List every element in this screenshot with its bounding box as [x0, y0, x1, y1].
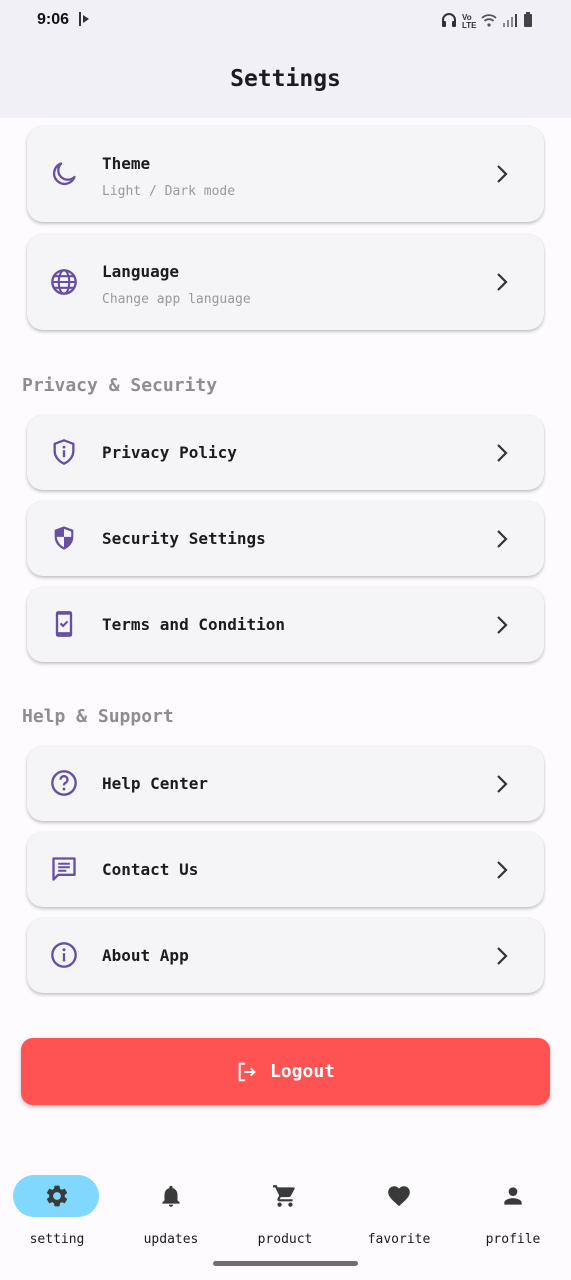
settings-item-subtitle: Light / Dark mode [102, 184, 236, 199]
chevron-right-icon [494, 443, 510, 463]
settings-item-title: Help Center [102, 774, 208, 793]
nav-label: favorite [367, 1232, 431, 1247]
bell-icon [158, 1183, 184, 1209]
settings-item-help-center[interactable]: Help Center [27, 746, 544, 821]
person-icon [500, 1183, 526, 1209]
logout-icon [236, 1061, 258, 1083]
chevron-right-icon [494, 946, 510, 966]
settings-item-subtitle: Change app language [102, 292, 251, 307]
chevron-right-icon [494, 615, 510, 635]
globe-icon [50, 268, 78, 296]
settings-item-theme[interactable]: Theme Light / Dark mode [27, 126, 544, 222]
settings-item-terms[interactable]: Terms and Condition [27, 587, 544, 662]
chevron-right-icon [494, 774, 510, 794]
battery-icon [523, 12, 533, 31]
settings-item-language[interactable]: Language Change app language [27, 234, 544, 330]
settings-item-title: Theme [102, 154, 151, 173]
wifi-icon [481, 12, 497, 31]
settings-item-privacy-policy[interactable]: Privacy Policy [27, 415, 544, 490]
network-label: Vo LTE [462, 12, 477, 30]
signal-icon [502, 12, 518, 31]
section-header-help: Help & Support [22, 706, 174, 727]
settings-item-about-app[interactable]: About App [27, 918, 544, 993]
section-header-privacy: Privacy & Security [22, 375, 218, 396]
settings-item-title: Terms and Condition [102, 615, 286, 634]
shield-info-icon [50, 438, 78, 466]
moon-icon [50, 160, 78, 188]
chevron-right-icon [494, 164, 510, 184]
status-bar: 9:06 Vo LTE [0, 0, 571, 42]
heart-icon [386, 1183, 412, 1209]
cart-icon [272, 1183, 298, 1209]
nav-label: product [257, 1232, 313, 1247]
status-time: 9:06 [37, 11, 70, 28]
logout-button[interactable]: Logout [21, 1038, 550, 1105]
gear-icon [44, 1183, 70, 1209]
settings-item-contact-us[interactable]: Contact Us [27, 832, 544, 907]
message-icon [50, 855, 78, 883]
info-icon [50, 941, 78, 969]
settings-item-title: Language [102, 262, 180, 281]
headphones-icon [441, 12, 457, 31]
phone-check-icon [50, 610, 78, 638]
settings-item-title: Contact Us [102, 860, 199, 879]
security-shield-icon [50, 524, 78, 552]
settings-item-title: Privacy Policy [102, 443, 237, 462]
settings-item-title: About App [102, 946, 189, 965]
chevron-right-icon [494, 860, 510, 880]
nav-label: profile [485, 1232, 541, 1247]
chevron-right-icon [494, 529, 510, 549]
settings-item-security-settings[interactable]: Security Settings [27, 501, 544, 576]
help-circle-icon [50, 769, 78, 797]
home-indicator[interactable] [213, 1261, 358, 1266]
page-title: Settings [230, 66, 341, 92]
nav-label: updates [143, 1232, 199, 1247]
logout-label: Logout [269, 1061, 336, 1082]
chevron-right-icon [494, 272, 510, 292]
notification-icon [77, 11, 91, 31]
settings-item-title: Security Settings [102, 529, 266, 548]
nav-label: setting [29, 1232, 85, 1247]
app-bar: Settings [0, 42, 571, 118]
